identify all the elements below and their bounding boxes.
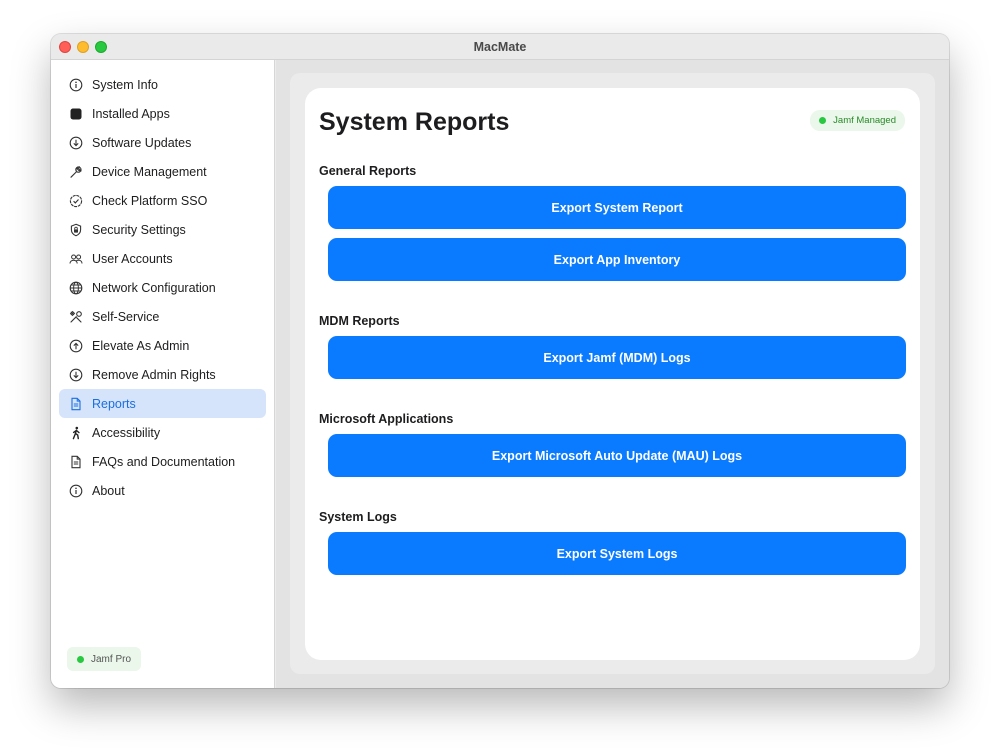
content-panel: System Reports Jamf Managed General Repo… (290, 73, 935, 674)
app-square-icon (69, 107, 83, 121)
two-people-icon (69, 252, 83, 266)
window-title: MacMate (473, 40, 527, 54)
document-icon (69, 455, 83, 469)
sidebar-item-accessibility[interactable]: Accessibility (59, 418, 266, 447)
checkmark-seal-icon (69, 194, 83, 208)
sidebar-item-reports[interactable]: Reports (59, 389, 266, 418)
sidebar-item-device-management[interactable]: Device Management (59, 157, 266, 186)
sidebar-item-label: Device Management (92, 164, 207, 179)
status-dot-icon (77, 655, 84, 663)
wrench-icon (69, 165, 83, 179)
sidebar-item-label: User Accounts (92, 251, 173, 266)
jamf-pro-badge: Jamf Pro (67, 647, 142, 671)
main-content: System Reports Jamf Managed General Repo… (276, 60, 949, 688)
lock-shield-icon (69, 223, 83, 237)
export-mau-logs-button[interactable]: Export Microsoft Auto Update (MAU) Logs (328, 434, 906, 477)
sidebar-item-remove-admin-rights[interactable]: Remove Admin Rights (59, 360, 266, 389)
info-circle-icon (69, 484, 83, 498)
arrow-down-circle-icon (69, 136, 83, 150)
jamf-pro-label: Jamf Pro (91, 653, 132, 665)
sidebar-item-label: Self-Service (92, 309, 160, 324)
sidebar-item-label: Elevate As Admin (92, 338, 190, 353)
section-title-system-logs: System Logs (319, 510, 397, 524)
app-window: MacMate System Info Installed Apps Softw… (51, 34, 949, 688)
sidebar-item-label: System Info (92, 77, 158, 92)
sidebar-item-check-platform-sso[interactable]: Check Platform SSO (59, 186, 266, 215)
sidebar: System Info Installed Apps Software Upda… (51, 60, 275, 688)
sidebar-item-self-service[interactable]: Self-Service (59, 302, 266, 331)
sidebar-item-label: Reports (92, 396, 136, 411)
status-badge-label: Jamf Managed (833, 115, 896, 126)
sidebar-item-user-accounts[interactable]: User Accounts (59, 244, 266, 273)
document-icon (69, 397, 83, 411)
section-title-general-reports: General Reports (319, 164, 417, 178)
sidebar-item-label: Software Updates (92, 135, 192, 150)
arrow-down-circle-icon (69, 368, 83, 382)
section-title-mdm-reports: MDM Reports (319, 314, 400, 328)
title-bar: MacMate (51, 34, 949, 60)
sidebar-item-label: About (92, 483, 125, 498)
sidebar-item-label: Accessibility (92, 425, 161, 440)
sidebar-item-network-configuration[interactable]: Network Configuration (59, 273, 266, 302)
sidebar-item-label: Remove Admin Rights (92, 367, 216, 382)
sidebar-item-installed-apps[interactable]: Installed Apps (59, 99, 266, 128)
sidebar-item-software-updates[interactable]: Software Updates (59, 128, 266, 157)
sidebar-item-label: Check Platform SSO (92, 193, 208, 208)
sidebar-item-label: Network Configuration (92, 280, 216, 295)
tools-icon (69, 310, 83, 324)
sidebar-nav: System Info Installed Apps Software Upda… (59, 70, 266, 505)
sidebar-item-security-settings[interactable]: Security Settings (59, 215, 266, 244)
sidebar-item-system-info[interactable]: System Info (59, 70, 266, 99)
globe-icon (69, 281, 83, 295)
walking-figure-icon (69, 426, 83, 440)
export-app-inventory-button[interactable]: Export App Inventory (328, 238, 906, 281)
page-title: System Reports (319, 108, 510, 136)
section-title-microsoft-applications: Microsoft Applications (319, 412, 454, 426)
export-system-report-button[interactable]: Export System Report (328, 186, 906, 229)
arrow-up-circle-icon (69, 339, 83, 353)
info-circle-icon (69, 78, 83, 92)
sidebar-item-label: FAQs and Documentation (92, 454, 236, 469)
sidebar-item-label: Installed Apps (92, 106, 170, 121)
status-dot-icon (819, 117, 827, 124)
sidebar-item-faqs-and-documentation[interactable]: FAQs and Documentation (59, 447, 266, 476)
reports-card: System Reports Jamf Managed General Repo… (305, 88, 920, 660)
sidebar-item-about[interactable]: About (59, 476, 266, 505)
sidebar-item-elevate-as-admin[interactable]: Elevate As Admin (59, 331, 266, 360)
export-jamf-mdm-logs-button[interactable]: Export Jamf (MDM) Logs (328, 336, 906, 379)
status-badge: Jamf Managed (810, 110, 905, 131)
export-system-logs-button[interactable]: Export System Logs (328, 532, 906, 575)
sidebar-item-label: Security Settings (92, 222, 186, 237)
